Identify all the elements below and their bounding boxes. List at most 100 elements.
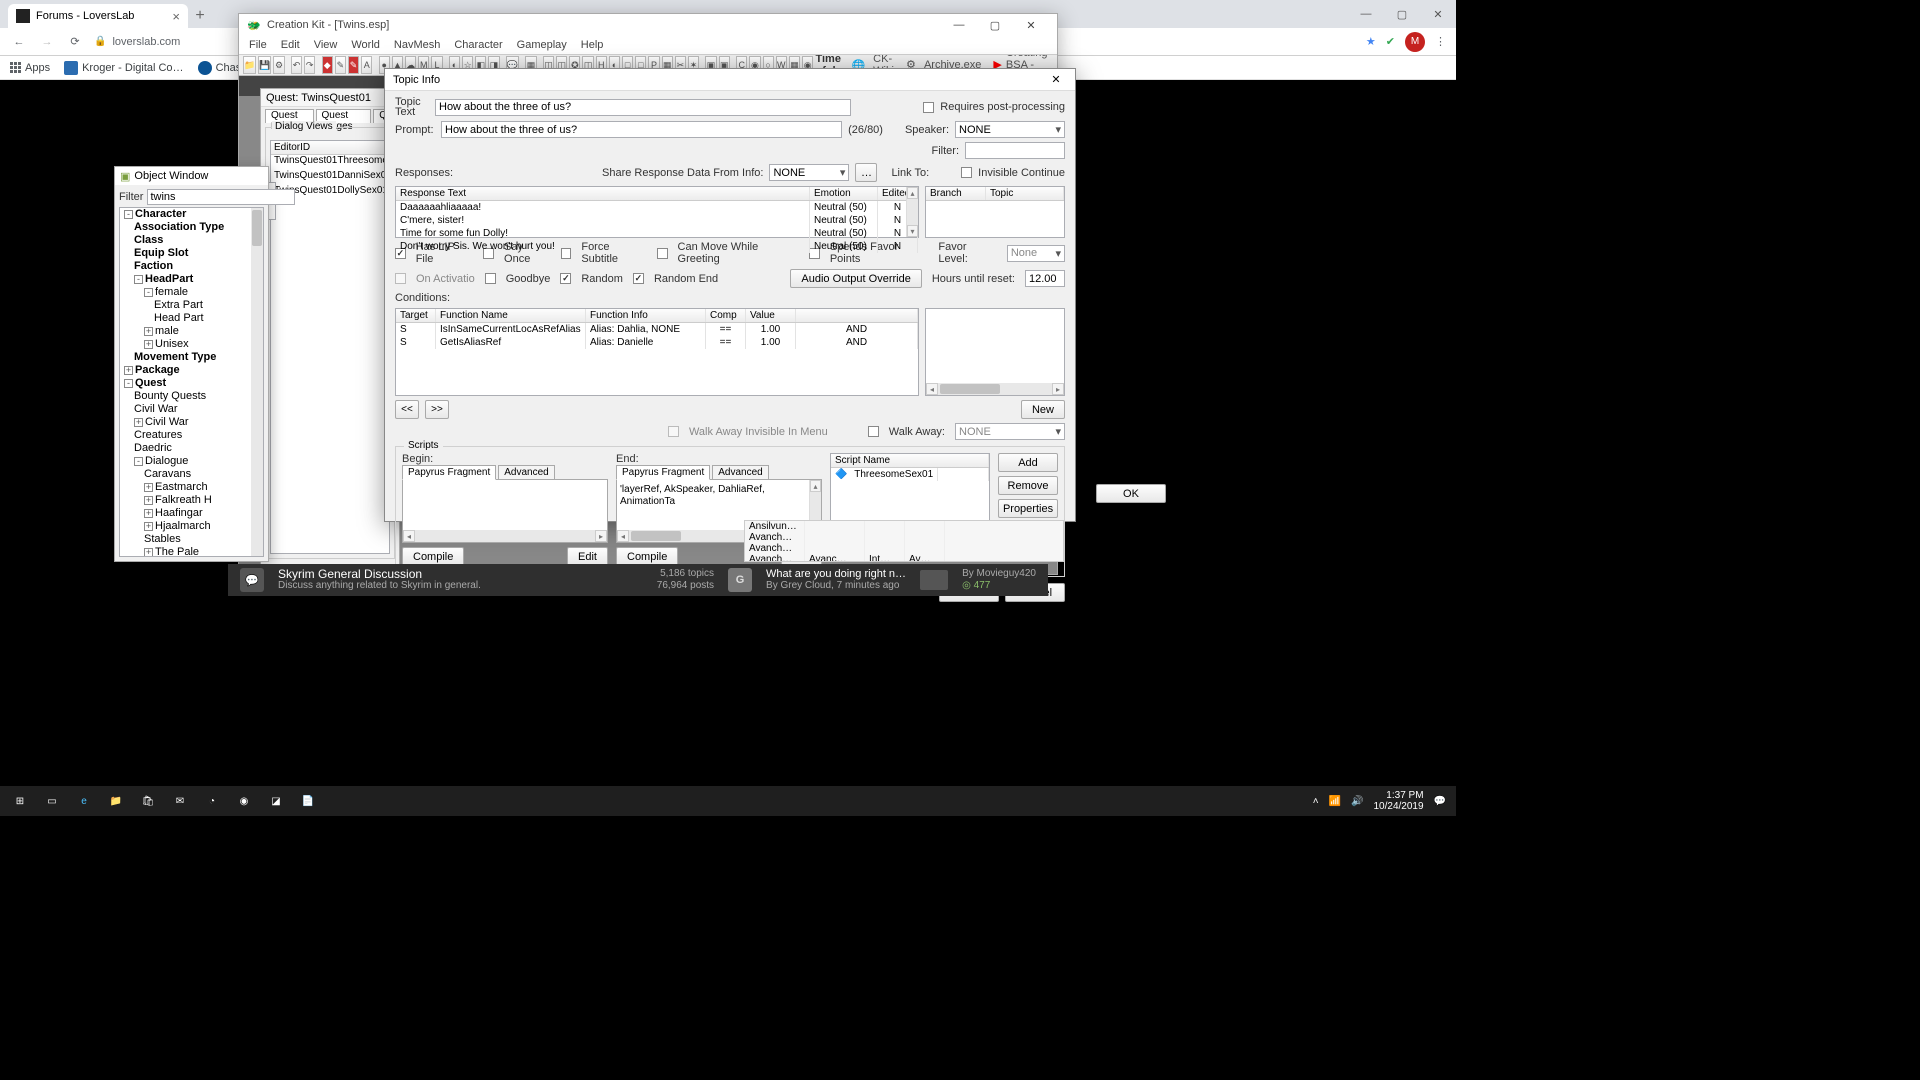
tree-node[interactable]: +Package (120, 364, 263, 377)
tree-node[interactable]: +Civil War (120, 416, 263, 429)
network-icon[interactable]: 📶 (1329, 796, 1341, 807)
col-editorid[interactable]: EditorID (274, 142, 310, 153)
invisible-continue-checkbox[interactable] (961, 167, 972, 178)
menu-edit[interactable]: Edit (281, 39, 300, 51)
object-tree[interactable]: -CharacterAssociation TypeClassEquip Slo… (119, 207, 264, 557)
favor-level-select[interactable]: None (1007, 245, 1065, 262)
col-response-text[interactable]: Response Text (396, 187, 810, 200)
tree-node[interactable]: +Unisex (120, 338, 263, 351)
col-emotion[interactable]: Emotion (810, 187, 878, 200)
toolbar-button[interactable]: ⚙ (273, 56, 284, 74)
tree-node[interactable]: Extra Part (120, 299, 263, 312)
app-icon[interactable]: ◪ (260, 786, 292, 816)
walk-away-select[interactable]: NONE (955, 423, 1065, 440)
menu-icon[interactable]: ⋮ (1435, 35, 1446, 48)
object-window-titlebar[interactable]: ▣ Object Window (115, 167, 268, 185)
forum-title[interactable]: Skyrim General Discussion (278, 568, 481, 580)
list-item[interactable]: 🔷 ThreesomeSex01 (831, 468, 989, 481)
tree-node[interactable]: +Hjaalmarch (120, 520, 263, 533)
random-end-checkbox[interactable] (633, 273, 644, 284)
hours-reset-input[interactable] (1025, 270, 1065, 287)
tree-node[interactable]: -female (120, 286, 263, 299)
tree-node[interactable]: Daedric (120, 442, 263, 455)
thumbnail[interactable] (920, 570, 948, 590)
tab-advanced[interactable]: Advanced (712, 465, 768, 480)
properties-button[interactable]: Properties (998, 499, 1058, 518)
app-icon[interactable]: 📄 (292, 786, 324, 816)
tab-advanced[interactable]: Advanced (498, 465, 554, 480)
task-view-icon[interactable]: ▭ (36, 786, 68, 816)
vertical-scrollbar[interactable]: ▴▾ (906, 187, 918, 237)
edge-icon[interactable]: e (68, 786, 100, 816)
tree-node[interactable]: Head Part (120, 312, 263, 325)
col-branch[interactable]: Branch (926, 187, 986, 200)
volume-icon[interactable]: 🔊 (1351, 796, 1363, 807)
tree-node[interactable]: -Dialogue (120, 455, 263, 468)
profile-avatar[interactable]: M (1405, 32, 1425, 52)
tree-node[interactable]: Faction (120, 260, 263, 273)
share-select[interactable]: NONE (769, 164, 849, 181)
dialog-close-icon[interactable]: ✕ (1045, 69, 1067, 91)
browser-tab[interactable]: Forums - LoversLab × (8, 4, 188, 28)
menu-character[interactable]: Character (454, 39, 502, 51)
toolbar-button[interactable]: ◆ (322, 56, 333, 74)
table-row[interactable]: SGetIsAliasRefAlias: Danielle==1.00AND (396, 336, 918, 349)
new-button[interactable]: New (1021, 400, 1065, 419)
random-checkbox[interactable] (560, 273, 571, 284)
menu-world[interactable]: World (351, 39, 380, 51)
topic-text-input[interactable] (435, 99, 851, 116)
start-button[interactable]: ⊞ (4, 786, 36, 816)
new-tab-button[interactable]: + (188, 4, 212, 28)
tree-node[interactable]: Creatures (120, 429, 263, 442)
walk-away-checkbox[interactable] (868, 426, 879, 437)
col-topic[interactable]: Topic (986, 187, 1064, 200)
tree-node[interactable]: Civil War (120, 403, 263, 416)
horizontal-scrollbar[interactable]: ◂▸ (403, 530, 607, 542)
link-to-list[interactable]: Branch Topic (925, 186, 1065, 238)
tab-close-icon[interactable]: × (172, 9, 180, 24)
tree-node[interactable]: Equip Slot (120, 247, 263, 260)
bookmark-kroger[interactable]: Kroger - Digital Co… (64, 61, 183, 75)
add-button[interactable]: Add (998, 453, 1058, 472)
minimize-icon[interactable]: — (1348, 0, 1384, 28)
horizontal-scrollbar[interactable]: ◂▸ (926, 383, 1064, 395)
table-row[interactable]: Ansilvun… (745, 521, 1063, 532)
audio-override-button[interactable]: Audio Output Override (790, 269, 921, 288)
remove-button[interactable]: Remove (998, 476, 1058, 495)
filter-input[interactable] (147, 189, 295, 205)
speaker-select[interactable]: NONE (955, 121, 1065, 138)
tree-node[interactable]: -HeadPart (120, 273, 263, 286)
reload-icon[interactable]: ⟳ (66, 33, 84, 51)
table-row[interactable]: Time for some fun Dolly!Neutral (50)N (396, 227, 918, 240)
tree-node[interactable]: Class (120, 234, 263, 247)
tray-chevron-icon[interactable]: ˄ (1313, 796, 1319, 807)
table-row[interactable]: Don't worry Sis. We won't hurt you!Neutr… (396, 240, 918, 253)
forward-icon[interactable]: → (38, 33, 56, 51)
prev-button[interactable]: << (395, 400, 419, 419)
maximize-icon[interactable]: ▢ (1384, 0, 1420, 28)
menu-gameplay[interactable]: Gameplay (517, 39, 567, 51)
steam-icon[interactable]: ◔ (196, 786, 228, 816)
tab-papyrus[interactable]: Papyrus Fragment (616, 465, 710, 480)
apps-button[interactable]: Apps (10, 62, 50, 74)
tree-node[interactable]: Stables (120, 533, 263, 546)
list-item[interactable]: TwinsQuest01DanniSex01 * (271, 170, 389, 181)
store-icon[interactable]: 🛍 (132, 786, 164, 816)
vertical-scrollbar[interactable] (251, 208, 263, 556)
tree-node[interactable]: +male (120, 325, 263, 338)
close-icon[interactable]: ✕ (1420, 0, 1456, 28)
tree-node[interactable]: +Eastmarch (120, 481, 263, 494)
star-icon[interactable]: ★ (1366, 35, 1376, 48)
tree-node[interactable]: Bounty Quests (120, 390, 263, 403)
prompt-input[interactable] (441, 121, 842, 138)
ok-button[interactable]: OK (1096, 484, 1166, 503)
explorer-icon[interactable]: 📁 (100, 786, 132, 816)
menu-file[interactable]: File (249, 39, 267, 51)
ck-minimize-icon[interactable]: — (941, 14, 977, 36)
next-button[interactable]: >> (425, 400, 449, 419)
thread-link[interactable]: What are you doing right n… (766, 568, 906, 580)
check-icon[interactable]: ✔ (1386, 35, 1395, 48)
toolbar-button[interactable]: ✎ (335, 56, 346, 74)
notifications-icon[interactable]: 💬 (1434, 796, 1446, 807)
chrome-icon[interactable]: ◉ (228, 786, 260, 816)
